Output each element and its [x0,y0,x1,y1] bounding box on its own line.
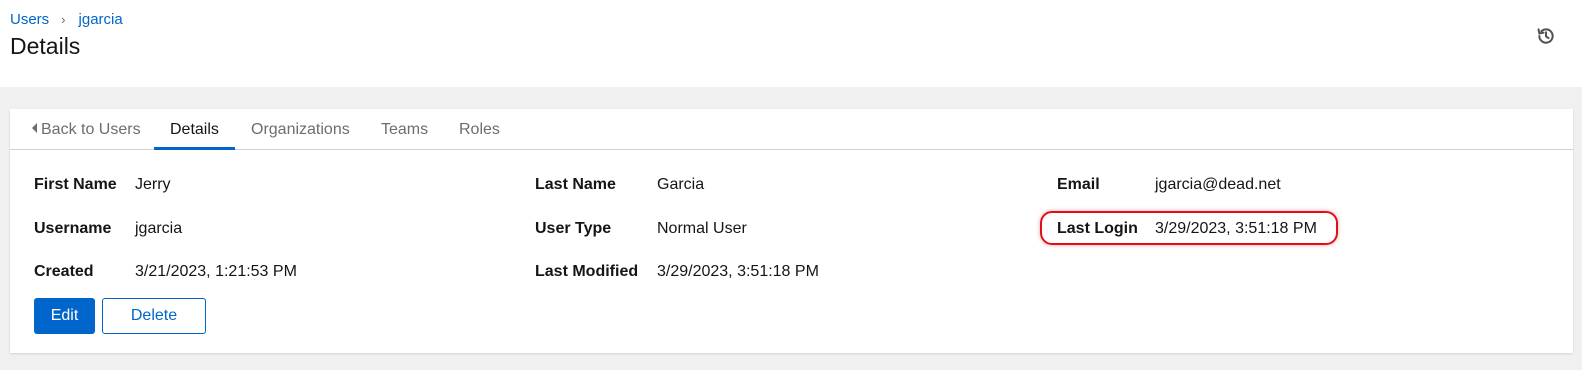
first-name-value: Jerry [135,176,171,193]
page-title: Details [10,33,81,59]
last-modified-value: 3/29/2023, 3:51:18 PM [657,263,819,280]
tab-details[interactable]: Details [154,109,235,150]
email-label: Email [1057,176,1100,193]
tab-organizations[interactable]: Organizations [235,109,366,150]
breadcrumb-user-link[interactable]: jgarcia [79,11,123,28]
last-modified-label: Last Modified [535,263,639,280]
delete-button[interactable]: Delete [102,298,206,334]
tab-back-to-users[interactable]: Back to Users [16,109,157,150]
last-name-label: Last Name [535,176,616,193]
tab-bar: Back to Users Details Organizations Team… [10,109,1573,150]
username-value: jgarcia [135,220,183,237]
email-value: jgarcia@dead.net [1155,176,1281,193]
breadcrumb: Users › jgarcia [10,11,123,28]
tab-back-label: Back to Users [41,121,141,138]
created-value: 3/21/2023, 1:21:53 PM [135,263,297,280]
breadcrumb-users-link[interactable]: Users [10,11,49,28]
created-label: Created [34,263,94,280]
last-login-label: Last Login [1057,220,1138,237]
tab-roles[interactable]: Roles [443,109,516,150]
user-type-value: Normal User [657,220,747,237]
breadcrumb-separator: › [61,12,66,27]
history-icon[interactable] [1536,26,1560,50]
user-details-card: Back to Users Details Organizations Team… [10,109,1573,353]
username-label: Username [34,220,112,237]
caret-left-icon [32,123,37,133]
tab-teams[interactable]: Teams [365,109,444,150]
page-header: Users › jgarcia Details [0,0,1582,87]
user-type-label: User Type [535,220,612,237]
last-login-value: 3/29/2023, 3:51:18 PM [1155,220,1317,237]
first-name-label: First Name [34,176,117,193]
last-name-value: Garcia [657,176,705,193]
edit-button[interactable]: Edit [34,298,95,334]
